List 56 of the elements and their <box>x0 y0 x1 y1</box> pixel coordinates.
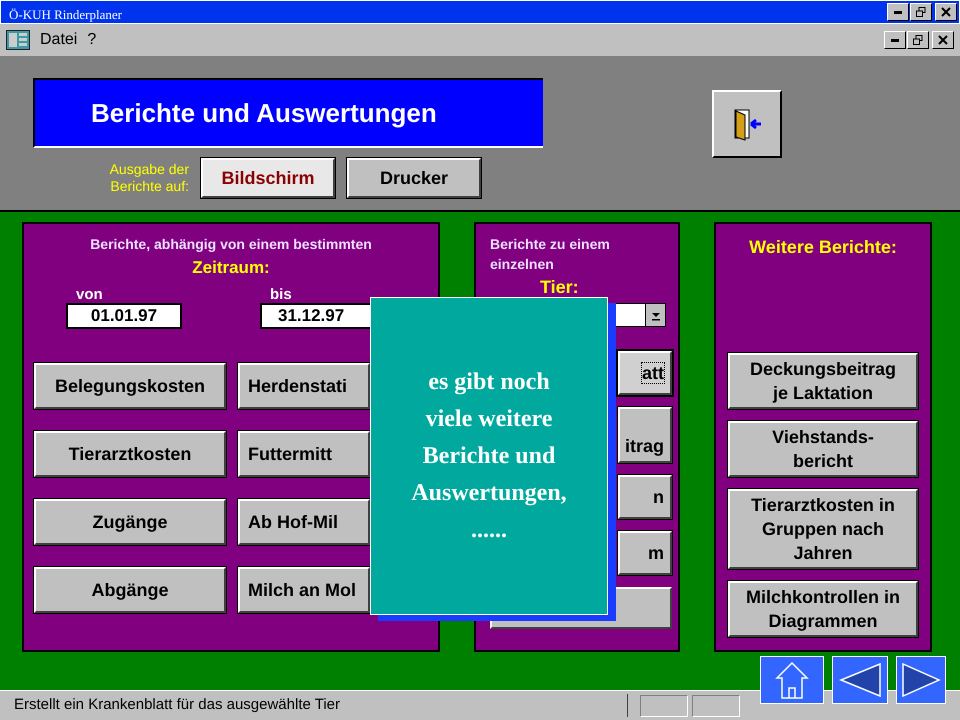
date-label: bis <box>270 286 293 302</box>
close-button[interactable] <box>932 31 954 49</box>
close-icon <box>941 7 951 17</box>
status-text: Erstellt ein Krankenblatt für das ausgewählte Tier <box>0 694 628 717</box>
report-button[interactable]: Tierarztkosten in Gruppen nach Jahren <box>728 489 918 569</box>
restore-button[interactable] <box>907 31 929 49</box>
report-button[interactable]: Milch an Mol <box>238 566 370 612</box>
report-button[interactable]: Ab Hof-Mil <box>238 498 370 544</box>
page-heading: Berichte und Auswertungen <box>33 78 543 148</box>
menu-item[interactable]: ? <box>87 28 96 52</box>
panel-heading: Berichte, abhängig von einem bestimmten <box>90 235 372 254</box>
left-triangle-icon <box>838 662 882 698</box>
report-button[interactable]: att <box>618 351 672 395</box>
right-triangle-icon <box>901 662 941 698</box>
status-pane <box>692 694 740 716</box>
menu-item[interactable]: Datei <box>40 28 78 52</box>
report-button[interactable]: Abgänge <box>34 566 226 612</box>
report-button[interactable]: Futtermitt <box>238 430 370 476</box>
report-button[interactable]: Milchkontrollen in Diagrammen <box>728 581 918 637</box>
report-button[interactable]: Zugänge <box>34 498 226 544</box>
report-button[interactable]: Tierarztkosten <box>34 430 226 476</box>
report-button[interactable]: Herdenstati <box>238 362 370 408</box>
minimize-button[interactable] <box>884 31 906 49</box>
minimize-icon <box>891 38 899 42</box>
form-icon[interactable] <box>6 30 30 50</box>
panel-highlight: Weitere Berichte: <box>749 236 897 259</box>
output-label: Ausgabe der Berichte auf: <box>108 161 189 195</box>
window-title: Ö-KUH Rinderplaner <box>9 6 122 24</box>
report-button[interactable]: Belegungskosten <box>34 362 226 408</box>
restore-button[interactable] <box>910 3 932 21</box>
restore-icon <box>916 7 926 17</box>
panel-highlight: Zeitraum: <box>192 257 270 279</box>
back-button[interactable] <box>832 656 888 704</box>
house-icon <box>774 660 810 700</box>
exit-button[interactable] <box>712 90 782 158</box>
close-icon <box>938 35 948 45</box>
minimize-button[interactable] <box>887 3 909 21</box>
close-button[interactable] <box>935 3 957 21</box>
panel-heading: Berichte zu einem einzelnen <box>490 235 611 274</box>
forward-button[interactable] <box>896 656 946 704</box>
minimize-icon <box>894 10 902 14</box>
report-button[interactable]: m <box>618 531 672 575</box>
output-option[interactable]: Drucker <box>347 158 481 198</box>
date-field[interactable]: 31.12.97 <box>260 302 370 328</box>
report-button[interactable]: Viehstands-bericht <box>728 421 918 477</box>
home-button[interactable] <box>760 656 824 704</box>
restore-icon <box>913 35 923 45</box>
date-field[interactable]: 01.01.97 <box>66 302 182 328</box>
output-option[interactable]: Bildschirm <box>201 158 335 198</box>
status-pane <box>640 694 688 716</box>
report-button[interactable]: itrag <box>618 407 672 463</box>
report-button[interactable]: n <box>618 475 672 519</box>
date-label: von <box>76 286 104 302</box>
panel-highlight: Tier: <box>540 276 580 299</box>
callout-text: es gibt noch viele weitere Berichte und Auswertungen, ...... <box>410 368 568 544</box>
report-button[interactable]: Deckungsbeitrag je Laktation <box>728 353 918 409</box>
